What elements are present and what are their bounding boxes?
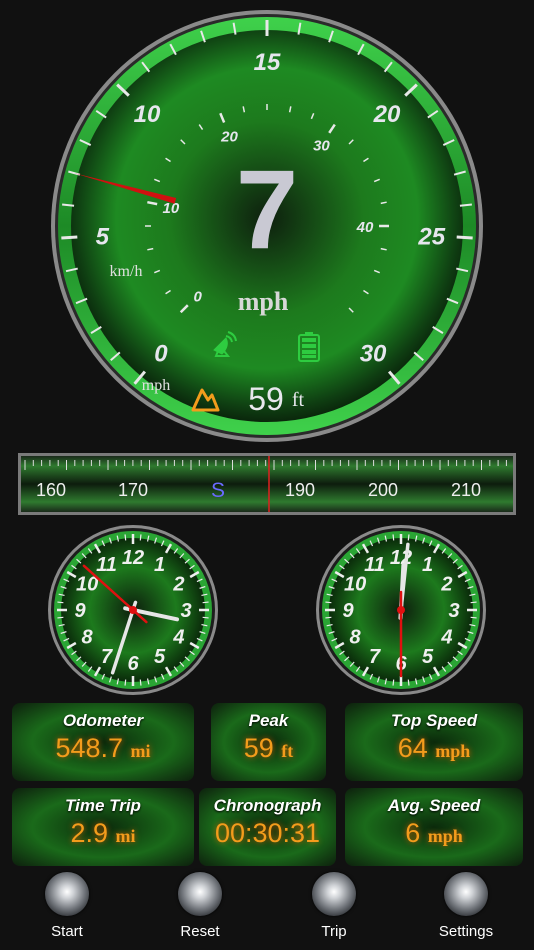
clock-numeral: 12 [122, 547, 144, 569]
mph-tick-label: 20 [373, 101, 401, 128]
speed-readout: 7 [236, 147, 298, 272]
kmh-tick-label: 20 [220, 128, 238, 145]
trip-knob-icon[interactable] [312, 872, 356, 916]
clock-numeral: 3 [180, 600, 191, 622]
kmh-tick-label: 0 [194, 288, 203, 305]
trip-button-label: Trip [321, 923, 347, 940]
chronograph-panel[interactable]: Chronograph 00:30:31 [199, 788, 336, 866]
clock-numeral: 5 [154, 646, 166, 668]
avg-speed-panel[interactable]: Avg. Speed 6 mph [345, 788, 523, 866]
compass-strip: 160 170 S 190 200 210 [18, 453, 516, 515]
time-trip-panel[interactable]: Time Trip 2.9 mi [12, 788, 194, 866]
time-trip-label: Time Trip [65, 796, 141, 815]
mph-unit-label: mph [142, 377, 170, 394]
avg-speed-unit: mph [427, 826, 463, 846]
settings-button-label: Settings [438, 923, 494, 940]
compass-label-210: 210 [451, 480, 482, 500]
reset-button-label: Reset [180, 923, 220, 940]
analog-clock-time: 12 1234567891011 [48, 525, 218, 695]
speedometer-gauge: 051015202530 010203040 7 mph km/h mph 59… [51, 10, 483, 442]
clock-numeral: 9 [342, 600, 354, 622]
compass-label-160: 160 [36, 480, 67, 500]
clock-numeral: 7 [369, 646, 381, 668]
start-knob-icon[interactable] [45, 872, 89, 916]
avg-speed-label: Avg. Speed [387, 796, 481, 815]
mph-tick-label: 30 [360, 340, 387, 367]
top-speed-unit: mph [435, 741, 471, 761]
kmh-tick-label: 30 [313, 138, 330, 155]
speed-unit-label: mph [238, 287, 289, 316]
clock-numeral: 2 [440, 574, 452, 596]
clock-numeral: 1 [422, 554, 433, 576]
mph-tick-label: 0 [154, 340, 168, 367]
peak-unit: ft [281, 741, 294, 761]
top-speed-panel[interactable]: Top Speed 64 mph [345, 703, 523, 781]
clock-numeral: 11 [364, 554, 385, 576]
clock-numeral: 7 [101, 646, 113, 668]
trip-button[interactable]: Trip [290, 872, 378, 940]
mph-tick-label: 5 [96, 224, 110, 251]
start-button-label: Start [51, 923, 83, 940]
clock-numeral: 2 [172, 574, 184, 596]
clock-numeral: 1 [154, 554, 165, 576]
altitude-value: 59 [248, 381, 284, 417]
mph-tick-label: 25 [417, 224, 445, 251]
kmh-tick-label: 40 [356, 219, 374, 236]
clock-numeral: 10 [344, 574, 366, 596]
clock-numeral: 5 [422, 646, 434, 668]
compass-label-170: 170 [118, 480, 149, 500]
mph-tick-label: 10 [134, 101, 161, 128]
settings-button[interactable]: Settings [422, 872, 510, 940]
start-button[interactable]: Start [23, 872, 111, 940]
compass-label-south: S [211, 479, 226, 502]
altitude-unit: ft [292, 389, 305, 411]
clock-numeral: 11 [96, 554, 117, 576]
odometer-label: Odometer [62, 711, 144, 730]
kmh-unit-label: km/h [110, 263, 143, 280]
clock-numeral: 4 [172, 627, 184, 649]
clock-numeral: 3 [448, 600, 459, 622]
avg-speed-value: 6 [405, 818, 421, 848]
clock-numeral: 4 [440, 627, 452, 649]
settings-knob-icon[interactable] [444, 872, 488, 916]
odometer-panel[interactable]: Odometer 548.7 mi [12, 703, 194, 781]
clock-numeral: 8 [82, 627, 94, 649]
peak-label: Peak [248, 711, 289, 730]
top-speed-label: Top Speed [390, 711, 478, 730]
chronograph-value: 00:30:31 [214, 818, 321, 848]
clock-numeral: 8 [350, 627, 362, 649]
peak-panel[interactable]: Peak 59 ft [211, 703, 326, 781]
peak-value: 59 [243, 733, 274, 763]
analog-clock-chronograph: 121234567891011 [316, 525, 486, 695]
odometer-value: 548.7 [55, 733, 124, 763]
mph-tick-label: 15 [254, 49, 281, 76]
reset-knob-icon[interactable] [178, 872, 222, 916]
odometer-unit: mi [130, 741, 151, 761]
compass-label-200: 200 [368, 480, 399, 500]
top-speed-value: 64 [397, 733, 428, 763]
time-trip-unit: mi [115, 826, 136, 846]
reset-button[interactable]: Reset [156, 872, 244, 940]
compass-label-190: 190 [285, 480, 316, 500]
time-trip-value: 2.9 [70, 818, 109, 848]
chronograph-label: Chronograph [213, 796, 322, 815]
clock-numeral: 9 [74, 600, 86, 622]
clock-numeral: 6 [127, 653, 139, 675]
